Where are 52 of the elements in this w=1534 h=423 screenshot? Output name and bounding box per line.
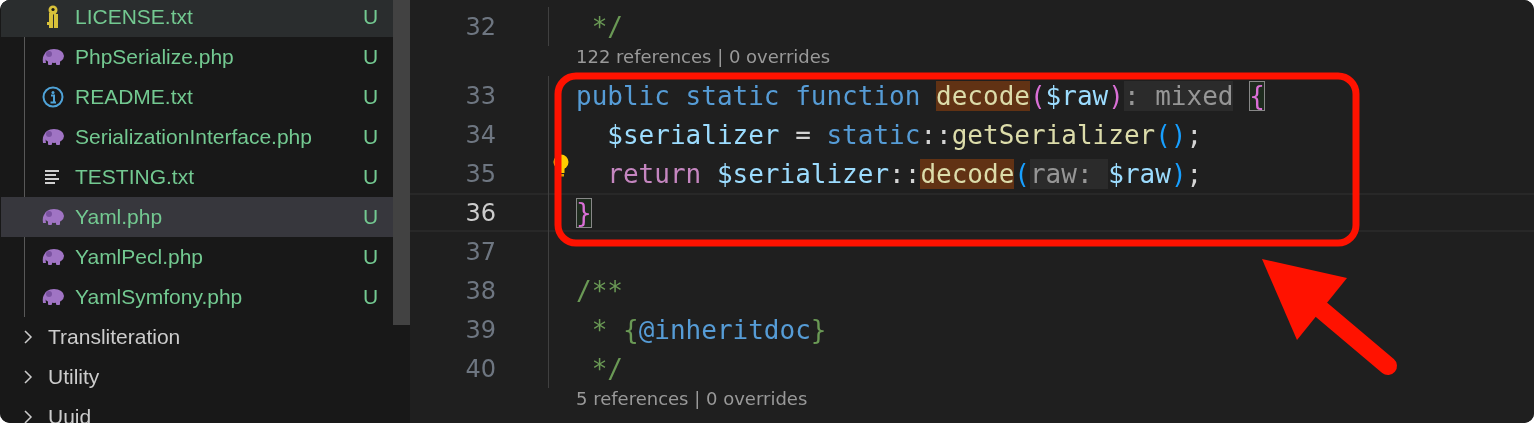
status-label: U bbox=[363, 245, 380, 269]
line-number: 33 bbox=[464, 81, 496, 110]
code-line: public static function decode($raw): mixed { bbox=[576, 80, 1265, 111]
elephant-icon bbox=[41, 208, 65, 226]
file-name: YamlSymfony.php bbox=[75, 285, 244, 309]
elephant-icon bbox=[41, 288, 65, 306]
file-name: YamlPecl.php bbox=[75, 245, 204, 269]
status-label: U bbox=[363, 205, 380, 229]
scrollbar-thumb[interactable] bbox=[393, 0, 410, 325]
codelens-link[interactable]: 5 references | 0 overrides bbox=[576, 388, 808, 409]
file-name: SerializationInterface.php bbox=[75, 125, 313, 149]
file-item[interactable]: README.txt U bbox=[1, 77, 393, 117]
elephant-icon bbox=[41, 128, 65, 146]
line-number: 35 bbox=[464, 159, 496, 188]
code-line: */ bbox=[590, 353, 623, 384]
elephant-icon bbox=[41, 248, 65, 266]
line-number: 38 bbox=[464, 276, 496, 305]
line-number: 40 bbox=[464, 354, 496, 383]
line-number: 34 bbox=[464, 120, 496, 149]
line-number: 32 bbox=[464, 12, 496, 41]
status-label: U bbox=[363, 85, 380, 109]
file-item[interactable]: YamlPecl.php U bbox=[1, 237, 393, 277]
code-line: */ bbox=[590, 11, 623, 42]
file-name: LICENSE.txt bbox=[75, 5, 194, 29]
file-item[interactable]: Yaml.php U bbox=[1, 197, 393, 237]
file-item[interactable]: SerializationInterface.php U bbox=[1, 117, 393, 157]
status-label: U bbox=[363, 45, 380, 69]
status-label: U bbox=[363, 165, 380, 189]
code-line: $serializer = static::getSerializer(); bbox=[606, 119, 1203, 150]
file-item[interactable]: LICENSE.txt U bbox=[1, 0, 393, 37]
code-line: return $serializer::decode(raw: $raw); bbox=[606, 158, 1203, 189]
file-name: Yaml.php bbox=[75, 205, 164, 229]
folder-item[interactable]: Transliteration bbox=[0, 317, 393, 357]
file-name: PhpSerialize.php bbox=[75, 45, 235, 69]
file-item[interactable]: PhpSerialize.php U bbox=[1, 37, 393, 77]
code-line: * {@inheritdoc} bbox=[590, 314, 827, 345]
file-item[interactable]: YamlSymfony.php U bbox=[1, 277, 393, 317]
codelens-link[interactable]: 122 references | 0 overrides bbox=[576, 46, 831, 67]
line-number: 37 bbox=[464, 237, 496, 266]
folder-item[interactable]: Utility bbox=[0, 357, 393, 397]
status-label: U bbox=[363, 5, 380, 29]
code-line: /** bbox=[576, 275, 623, 306]
line-number: 36 bbox=[464, 198, 496, 227]
elephant-icon bbox=[41, 48, 65, 66]
file-item[interactable]: TESTING.txt U bbox=[1, 157, 393, 197]
text-lines-icon bbox=[44, 169, 62, 185]
status-label: U bbox=[363, 285, 380, 309]
info-icon bbox=[42, 86, 64, 108]
file-name: TESTING.txt bbox=[75, 165, 195, 189]
status-label: U bbox=[363, 125, 380, 149]
file-name: README.txt bbox=[75, 85, 194, 109]
line-number: 39 bbox=[464, 315, 496, 344]
